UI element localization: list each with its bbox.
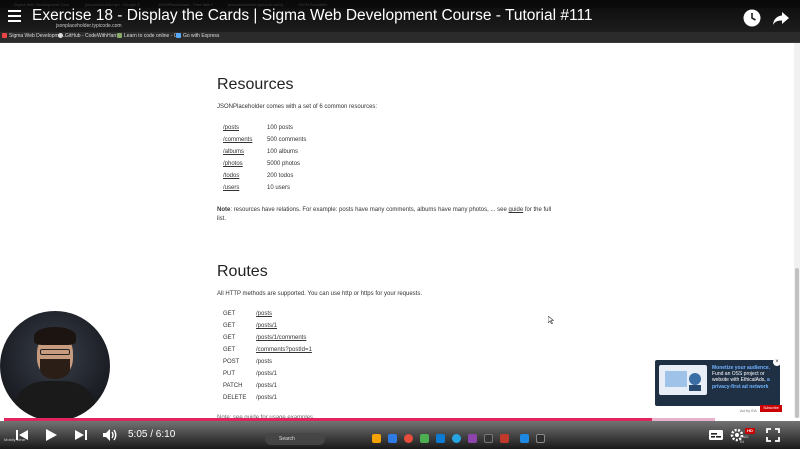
bookmark-github[interactable]: GitHub - CodeWithHarr... [58, 32, 121, 40]
resource-link[interactable]: /comments [223, 137, 252, 143]
route-method: GET [223, 311, 236, 317]
page-scrollbar[interactable] [794, 43, 800, 418]
volume-icon[interactable] [102, 428, 118, 442]
resources-heading: Resources [217, 76, 294, 93]
bookmark-learn-code[interactable]: Learn to code online - C... [117, 32, 182, 40]
explorer-app-icon[interactable] [372, 434, 381, 443]
bookmark-express[interactable]: Go with Express [176, 32, 219, 40]
resource-link[interactable]: /albums [223, 149, 244, 155]
edge-app-icon[interactable] [388, 434, 397, 443]
app-icon[interactable] [500, 434, 509, 443]
route-path: /posts/1 [256, 371, 278, 377]
webcam-presenter [0, 311, 110, 421]
chrome-app-icon[interactable] [404, 434, 413, 443]
route-path: /posts/1 [256, 383, 278, 389]
ad-close-icon[interactable]: × [773, 358, 781, 366]
route-method: GET [223, 347, 236, 353]
bookmark-favicon-icon [117, 33, 122, 38]
next-icon[interactable] [74, 428, 88, 442]
app-icon[interactable] [468, 434, 477, 443]
video-time: 5:05 / 6:10 [128, 429, 176, 440]
taskbar-weather: Mostly clear [4, 437, 26, 442]
subtitles-icon[interactable] [708, 428, 724, 442]
subscribe-button[interactable]: Subscribe [760, 405, 782, 412]
play-icon[interactable] [44, 428, 58, 442]
resource-count: 200 todos [267, 173, 294, 179]
route-path: /posts [256, 359, 273, 365]
watch-later-icon[interactable] [742, 8, 762, 28]
resource-link[interactable]: /posts [223, 125, 239, 131]
route-link[interactable]: /posts [256, 310, 272, 318]
mouse-cursor-icon [548, 316, 554, 324]
guide-link[interactable]: guide [508, 207, 523, 213]
resource-row: /photos 5000 photos [223, 160, 300, 168]
telegram-app-icon[interactable] [452, 434, 461, 443]
bookmark-favicon-icon [2, 33, 7, 38]
resource-row: /todos 200 todos [223, 172, 293, 180]
app-icon[interactable] [420, 434, 429, 443]
menu-icon[interactable] [8, 10, 21, 22]
resources-note: Note: resources have relations. For exam… [217, 207, 552, 213]
route-method: DELETE [223, 395, 247, 401]
route-method: PATCH [223, 383, 243, 389]
resources-intro: JSONPlaceholder comes with a set of 6 co… [217, 104, 378, 110]
fullscreen-icon[interactable] [766, 428, 780, 442]
share-icon[interactable] [771, 8, 791, 28]
resource-link[interactable]: /users [223, 185, 239, 191]
app-icon[interactable] [536, 434, 545, 443]
resource-link[interactable]: /todos [223, 173, 239, 179]
scrollbar-thumb[interactable] [795, 268, 799, 418]
terminal-app-icon[interactable] [484, 434, 493, 443]
route-link[interactable]: /posts/1 [256, 322, 277, 330]
vscode-app-icon[interactable] [520, 434, 529, 443]
resource-count: 100 albums [267, 149, 299, 155]
resource-count: 5000 photos [267, 161, 301, 167]
taskbar-language: ENG IN [740, 434, 749, 444]
player-controls: 5:05 / 6:10 HD [0, 421, 800, 449]
route-link[interactable]: /posts/1/comments [256, 334, 306, 342]
github-icon [58, 33, 63, 38]
resource-count: 100 posts [267, 125, 294, 131]
resource-row: /comments 500 comments [223, 136, 306, 144]
route-link[interactable]: /comments?postId=1 [256, 346, 312, 354]
app-icon[interactable] [436, 434, 445, 443]
ad-label: Ad by EA [740, 408, 757, 413]
route-method: PUT [223, 371, 235, 377]
resource-link[interactable]: /photos [223, 161, 243, 167]
route-path: /posts/1 [256, 395, 278, 401]
ethical-ad[interactable]: Monetize your audience. Fund an OSS proj… [655, 360, 780, 406]
ad-illustration [659, 365, 707, 395]
resource-row: /users 10 users [223, 184, 290, 192]
routes-heading: Routes [217, 263, 268, 280]
routes-intro: All HTTP methods are supported. You can … [217, 291, 423, 297]
resource-row: /albums 100 albums [223, 148, 298, 156]
resource-count: 10 users [267, 185, 291, 191]
address-text: jsonplaceholder.typicode.com [56, 23, 122, 29]
route-method: POST [223, 359, 240, 365]
route-method: GET [223, 335, 236, 341]
resource-row: /posts 100 posts [223, 124, 293, 132]
ad-text: Monetize your audience. Fund an OSS proj… [712, 365, 771, 390]
resource-count: 500 comments [267, 137, 307, 143]
bookmark-sigma[interactable]: Sigma Web Developme... [2, 32, 66, 40]
route-method: GET [223, 323, 236, 329]
resources-note-cont: list. [217, 216, 226, 222]
bookmark-favicon-icon [176, 33, 181, 38]
taskbar-search[interactable]: Search [265, 433, 325, 445]
